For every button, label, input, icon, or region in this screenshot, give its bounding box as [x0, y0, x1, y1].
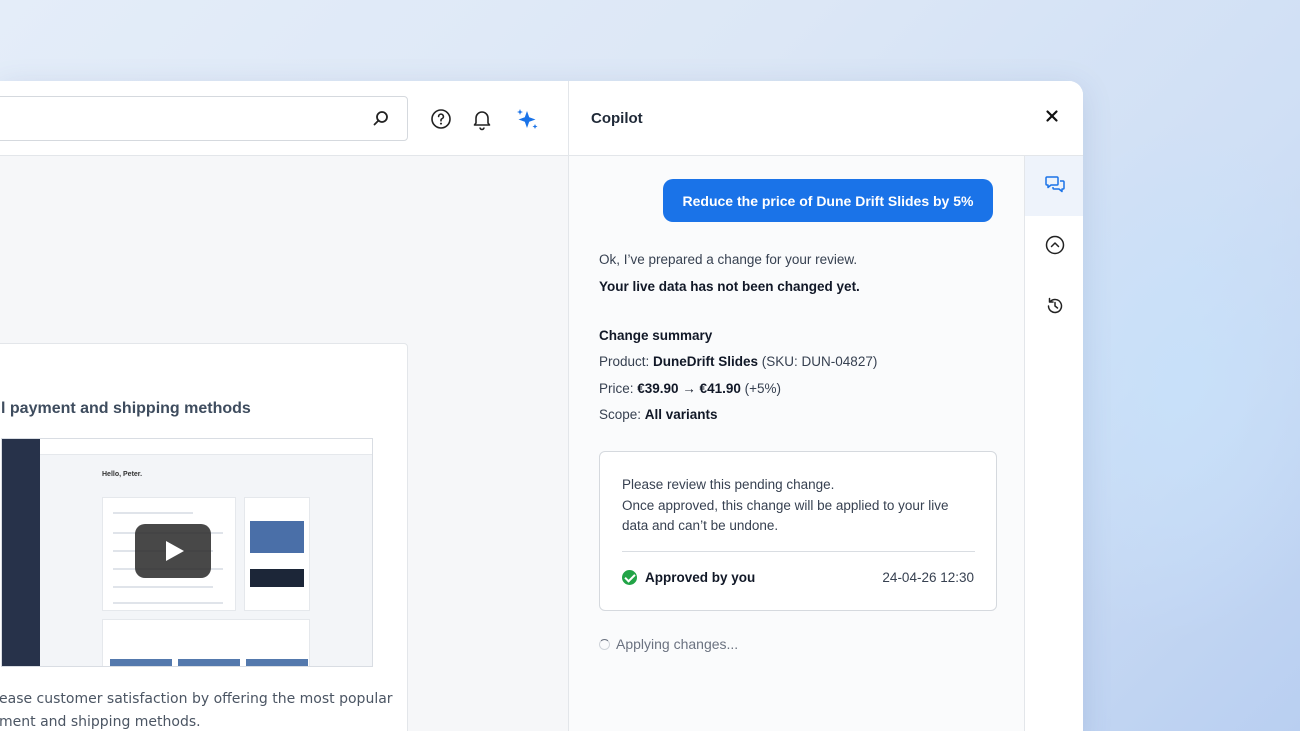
- spinner-icon: [599, 638, 610, 650]
- applying-text: Applying changes...: [616, 636, 739, 652]
- search-icon[interactable]: [371, 109, 391, 129]
- card-description: ease customer satisfaction by offering t…: [0, 691, 393, 730]
- summary-product-name: DuneDrift Slides: [653, 354, 759, 369]
- rail-collapse-button[interactable]: [1025, 217, 1083, 277]
- chevron-up-circle-icon: [1044, 234, 1066, 261]
- top-bar: [0, 81, 568, 156]
- summary-price-change: €39.90 → €41.90: [637, 381, 741, 396]
- card-title: l payment and shipping methods: [1, 400, 251, 417]
- video-sidebar: [2, 439, 40, 666]
- pending-change-card: Please review this pending change. Once …: [599, 451, 997, 611]
- chat-bubbles-icon: [1044, 173, 1066, 200]
- close-icon[interactable]: [1043, 107, 1061, 125]
- assistant-reply-line: Ok, I’ve prepared a change for your revi…: [599, 252, 858, 267]
- video-strip: [178, 659, 240, 666]
- video-strip: [246, 659, 308, 666]
- summary-price-percent: (+5%): [740, 381, 781, 396]
- review-line: Once approved, this change will be appli…: [622, 498, 949, 513]
- review-divider: [622, 551, 975, 552]
- onboarding-card: l payment and shipping methods Hello, Pe…: [0, 343, 408, 731]
- video-inner-thumb: [250, 521, 304, 553]
- video-strip: [110, 659, 172, 666]
- video-side-panel: [244, 497, 310, 611]
- approval-status: Approved by you: [622, 570, 755, 585]
- change-summary-heading: Change summary: [599, 328, 713, 343]
- rail-history-button[interactable]: [1025, 278, 1083, 338]
- history-icon: [1044, 295, 1066, 322]
- video-thumbnail[interactable]: Hello, Peter.: [1, 438, 373, 667]
- sparkles-icon[interactable]: [514, 107, 538, 131]
- user-message-bubble: Reduce the price of Dune Drift Slides by…: [663, 179, 993, 222]
- summary-price-row: Price: €39.90 → €41.90 (+5%): [599, 381, 781, 396]
- copilot-panel: Copilot Reduce the price of Dune Drift S…: [568, 81, 1083, 731]
- copilot-header: Copilot: [569, 81, 1083, 156]
- summary-price-label: Price:: [599, 381, 638, 396]
- video-header: [40, 439, 372, 455]
- video-inner-banner: [250, 569, 304, 587]
- assistant-warning-line: Your live data has not been changed yet.: [599, 279, 860, 294]
- summary-scope-row: Scope: All variants: [599, 407, 718, 422]
- video-hello-text: Hello, Peter.: [102, 471, 143, 478]
- review-line: Please review this pending change.: [622, 477, 835, 492]
- approval-status-text: Approved by you: [645, 570, 756, 585]
- play-button[interactable]: [135, 524, 211, 578]
- copilot-title: Copilot: [591, 110, 643, 127]
- summary-scope-label: Scope:: [599, 407, 645, 422]
- summary-product-sku: (SKU: DUN-04827): [758, 354, 878, 369]
- help-circle-icon[interactable]: [429, 107, 453, 131]
- summary-product-row: Product: DuneDrift Slides (SKU: DUN-0482…: [599, 354, 877, 369]
- search-input[interactable]: [0, 96, 408, 141]
- bell-icon[interactable]: [470, 107, 494, 131]
- summary-product-label: Product:: [599, 354, 654, 369]
- app-window: l payment and shipping methods Hello, Pe…: [0, 81, 1083, 731]
- summary-scope-value: All variants: [644, 407, 718, 422]
- copilot-side-rail: [1024, 156, 1083, 731]
- review-line: data and can’t be undone.: [622, 518, 779, 533]
- check-circle-icon: [622, 570, 637, 585]
- chat-thread: Reduce the price of Dune Drift Slides by…: [569, 156, 1024, 731]
- main-app-area: l payment and shipping methods Hello, Pe…: [0, 81, 568, 731]
- applying-status: Applying changes...: [599, 636, 738, 652]
- rail-chat-button[interactable]: [1025, 156, 1083, 216]
- approval-timestamp: 24-04-26 12:30: [882, 570, 974, 585]
